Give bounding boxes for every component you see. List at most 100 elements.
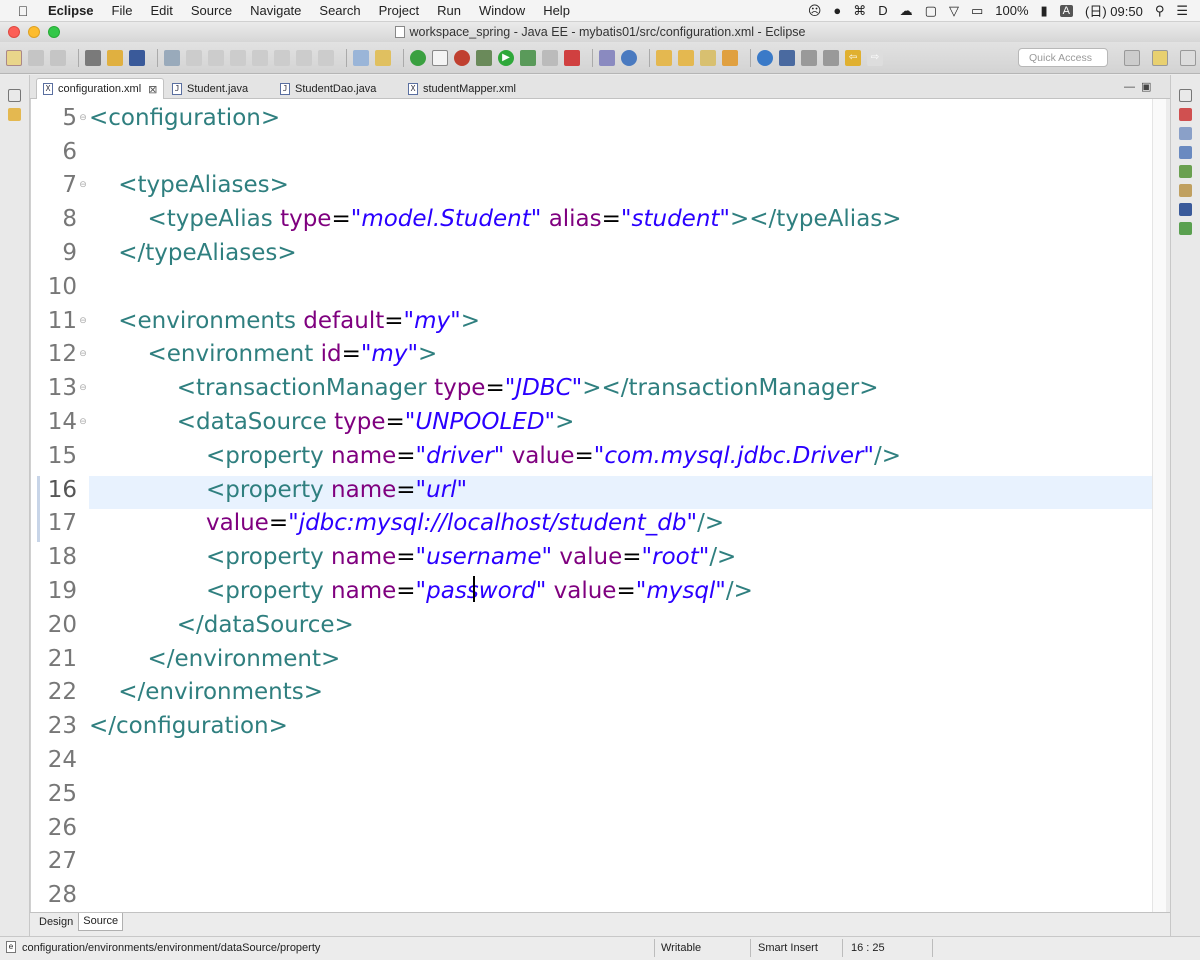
menu-app-eclipse[interactable]: Eclipse	[48, 3, 94, 18]
search-files-icon[interactable]	[722, 49, 738, 66]
insert-mode-status[interactable]: Smart Insert	[758, 942, 818, 954]
user-icon[interactable]	[779, 49, 795, 66]
snippets-icon[interactable]	[1179, 184, 1192, 197]
step-into-icon[interactable]	[274, 49, 290, 66]
terminate-icon[interactable]	[230, 49, 246, 66]
xml-file-icon: X	[43, 83, 53, 95]
menu-search[interactable]: Search	[319, 3, 360, 18]
progress-view-icon[interactable]	[1179, 222, 1192, 235]
tab-design[interactable]: Design	[34, 913, 78, 931]
open-task-icon[interactable]	[107, 49, 123, 66]
coverage-icon[interactable]	[520, 49, 536, 66]
menu-source[interactable]: Source	[191, 3, 232, 18]
xml-tag: />	[725, 578, 753, 605]
wifi-icon[interactable]: ▽	[949, 3, 959, 19]
fold-toggle-icon[interactable]: ⊖	[77, 383, 89, 393]
dictionary-icon[interactable]: D	[878, 3, 887, 18]
console-icon[interactable]	[129, 49, 145, 66]
step-over-icon[interactable]	[296, 49, 312, 66]
restore-view-icon[interactable]	[8, 89, 21, 102]
menu-run[interactable]: Run	[437, 3, 461, 18]
airplay-icon[interactable]: ▭	[971, 3, 983, 19]
battery-percent[interactable]: 100%	[995, 3, 1028, 18]
fold-toggle-icon[interactable]: ⊖	[77, 113, 89, 123]
apple-menu-icon[interactable]: 	[14, 3, 32, 19]
window-zoom-button[interactable]	[48, 26, 60, 38]
fold-toggle-icon[interactable]: ⊖	[77, 316, 89, 326]
chat-bubble-icon[interactable]: ●	[833, 3, 841, 18]
start-server-icon[interactable]	[410, 49, 426, 66]
vertical-scrollbar[interactable]	[1152, 99, 1166, 912]
run-icon[interactable]: ▶	[498, 49, 514, 66]
menu-clock[interactable]: (日) 09:50	[1085, 1, 1143, 20]
window-minimize-button[interactable]	[28, 26, 40, 38]
tab-configuration-xml[interactable]: X configuration.xml ⊠	[36, 78, 164, 99]
markers-icon[interactable]	[1179, 108, 1192, 121]
new-java-package-icon[interactable]	[599, 49, 615, 66]
java-ee-perspective-icon[interactable]	[1152, 50, 1168, 66]
save-icon[interactable]	[28, 49, 44, 66]
fold-toggle-icon[interactable]: ⊖	[77, 349, 89, 359]
forward-icon[interactable]: ⇨	[867, 49, 883, 66]
format-icon[interactable]	[353, 49, 369, 66]
cloud-icon[interactable]: ☁	[900, 3, 913, 19]
save-all-icon[interactable]	[50, 49, 66, 66]
suspend-icon[interactable]	[208, 49, 224, 66]
maximize-icon[interactable]: ▣	[1141, 81, 1157, 93]
toggle-source-icon[interactable]	[432, 49, 448, 66]
menu-edit[interactable]: Edit	[150, 3, 172, 18]
properties-icon[interactable]	[1179, 127, 1192, 140]
fold-toggle-icon[interactable]: ⊖	[77, 180, 89, 190]
data-source-explorer-icon[interactable]	[1179, 165, 1192, 178]
open-type-icon[interactable]	[85, 49, 101, 66]
console-view-icon[interactable]	[1179, 203, 1192, 216]
tab-studentmapper-xml[interactable]: X studentMapper.xml	[402, 78, 532, 99]
notification-center-icon[interactable]: ☰	[1176, 3, 1188, 19]
menu-help[interactable]: Help	[543, 3, 570, 18]
open-file-icon[interactable]	[678, 49, 694, 66]
new-java-class-icon[interactable]	[621, 49, 637, 66]
git-perspective-icon[interactable]	[1180, 50, 1196, 66]
new-wizard-icon[interactable]	[6, 49, 22, 66]
open-folder-icon[interactable]	[656, 49, 672, 66]
resume-icon[interactable]	[186, 49, 202, 66]
pencil-icon[interactable]	[700, 49, 716, 66]
restore-view-icon[interactable]	[1179, 89, 1192, 102]
tab-studentdao-java[interactable]: J StudentDao.java	[274, 78, 394, 99]
window-close-button[interactable]	[8, 26, 20, 38]
window-icon[interactable]: ▢	[925, 3, 937, 19]
project-explorer-icon[interactable]	[8, 108, 21, 121]
menu-project[interactable]: Project	[379, 3, 419, 18]
skip-breakpoints-icon[interactable]	[164, 49, 180, 66]
back-icon[interactable]: ⇦	[845, 49, 861, 66]
close-icon[interactable]: ⊠	[148, 83, 157, 96]
spotlight-search-icon[interactable]: ⚲	[1155, 3, 1165, 19]
previous-annotation-icon[interactable]	[823, 49, 839, 66]
fold-toggle-icon[interactable]: ⊖	[77, 417, 89, 427]
toggle-mark-occurrences-icon[interactable]	[375, 49, 391, 66]
servers-icon[interactable]	[1179, 146, 1192, 159]
disconnect-icon[interactable]	[252, 49, 268, 66]
minimize-icon[interactable]: —	[1124, 81, 1141, 93]
debug-icon[interactable]	[476, 49, 492, 66]
quick-access-input[interactable]: Quick Access	[1018, 48, 1108, 67]
tab-student-java[interactable]: J Student.java	[166, 78, 270, 99]
web-browser-icon[interactable]	[454, 49, 470, 66]
menu-file[interactable]: File	[112, 3, 133, 18]
external-tools-icon[interactable]	[542, 49, 558, 66]
xml-attribute-value: "jdbc:mysql://localhost/student_db"	[288, 510, 698, 537]
command-key-icon[interactable]: ⌘	[853, 3, 866, 19]
new-java-project-icon[interactable]	[564, 49, 580, 66]
menu-navigate[interactable]: Navigate	[250, 3, 301, 18]
step-return-icon[interactable]	[318, 49, 334, 66]
battery-icon[interactable]: ▮	[1041, 3, 1048, 19]
next-annotation-icon[interactable]	[801, 49, 817, 66]
gamepad-icon[interactable]: ☹	[808, 3, 822, 19]
text-caret	[473, 576, 475, 602]
open-perspective-icon[interactable]	[1124, 50, 1140, 66]
menu-window[interactable]: Window	[479, 3, 525, 18]
input-source-indicator[interactable]: A	[1059, 4, 1073, 17]
tab-source[interactable]: Source	[78, 913, 124, 931]
xml-source-editor[interactable]: 5 ⊖ <configuration> 6 7 ⊖ <typeAliases> 8 <typ…	[30, 99, 1166, 912]
globe-icon[interactable]	[757, 49, 773, 66]
